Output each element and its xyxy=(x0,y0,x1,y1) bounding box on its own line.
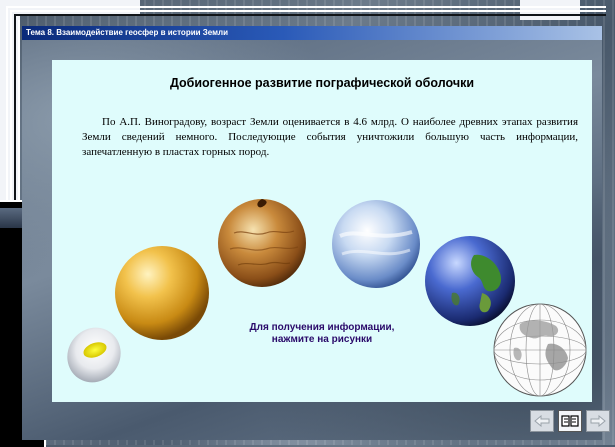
frame-line xyxy=(6,6,8,201)
cloudy-planet-image[interactable] xyxy=(328,196,424,292)
frame-line xyxy=(14,14,16,200)
slide-heading: Добиогенное развитие пографической оболо… xyxy=(169,76,475,90)
arrow-left-icon xyxy=(534,415,550,427)
next-button[interactable] xyxy=(586,410,610,432)
window-title: Тема 8. Взаимодействие геосфер в истории… xyxy=(22,26,602,40)
hint-text: Для получения информации, нажмите на рис… xyxy=(249,322,395,345)
frame-line xyxy=(14,14,606,16)
frame-line xyxy=(10,10,12,200)
book-icon xyxy=(561,415,579,427)
prev-button[interactable] xyxy=(530,410,554,432)
frame-line xyxy=(6,6,606,8)
golden-planet-image[interactable] xyxy=(112,243,212,343)
frame-line xyxy=(10,10,606,12)
content-panel: Добиогенное развитие пографической оболо… xyxy=(52,60,592,402)
contents-button[interactable] xyxy=(558,410,582,432)
slide-paragraph: По А.П. Виноградову, возраст Земли оцени… xyxy=(82,116,578,158)
arrow-right-icon xyxy=(590,415,606,427)
globe-map-image[interactable] xyxy=(490,300,590,400)
molten-planet-image[interactable] xyxy=(214,193,310,289)
